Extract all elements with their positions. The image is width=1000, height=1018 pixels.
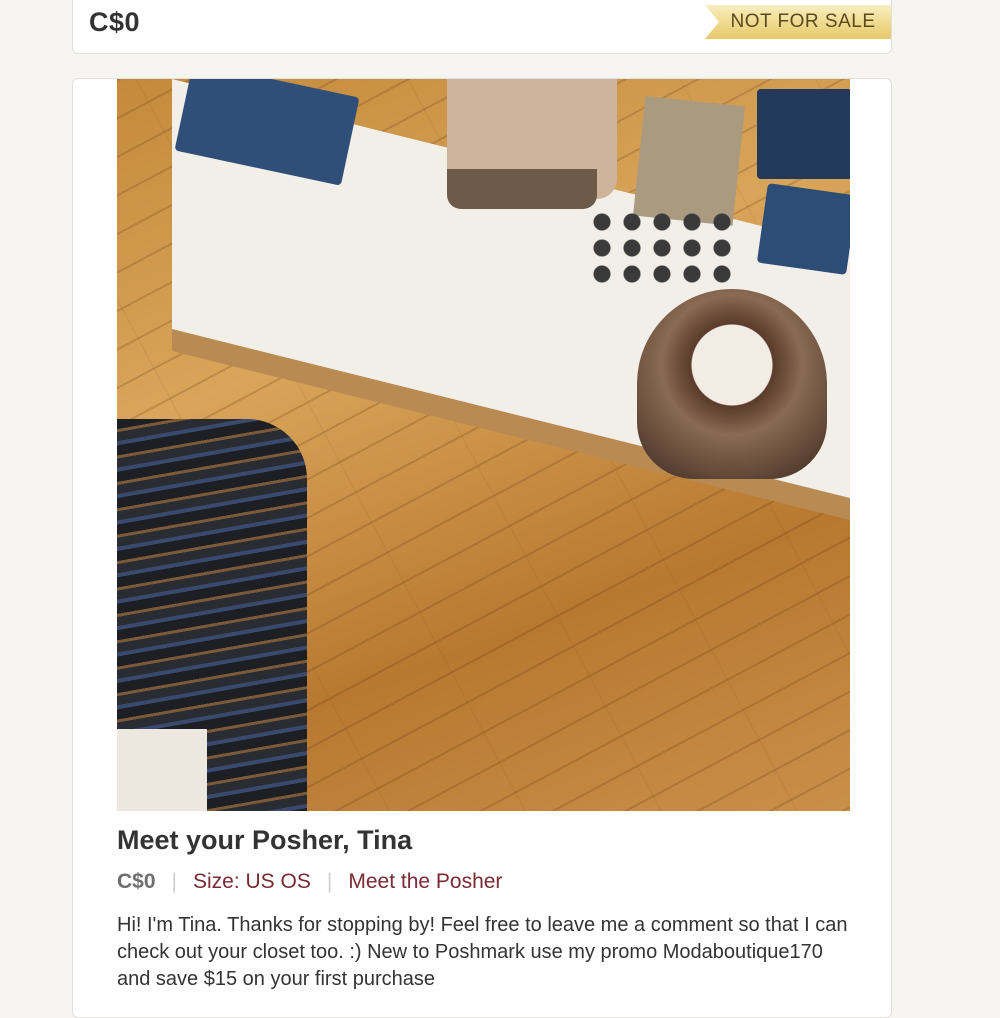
- listing-card: Meet your Posher, Tina C$0 | Size: US OS…: [72, 78, 892, 1018]
- photo-folded-jeans: [756, 183, 850, 275]
- meta-divider: |: [171, 870, 177, 893]
- listing-description: Hi! I'm Tina. Thanks for stopping by! Fe…: [117, 914, 848, 990]
- not-for-sale-badge: NOT FOR SALE: [705, 5, 891, 39]
- meet-the-posher-link[interactable]: Meet the Posher: [348, 870, 502, 894]
- photo-mannequin: [637, 289, 827, 479]
- photo-sweater: [447, 169, 597, 209]
- photo-white-garments: [117, 729, 207, 811]
- photo-sign-board: [633, 96, 745, 226]
- listing-price: C$0: [117, 870, 156, 893]
- listing-title: Meet your Posher, Tina: [117, 825, 413, 855]
- listing-meta: C$0 | Size: US OS | Meet the Posher: [117, 870, 857, 894]
- photo-candles: [587, 209, 737, 289]
- meta-divider: |: [326, 870, 333, 893]
- price-summary-card: C$0 NOT FOR SALE: [72, 0, 892, 54]
- listing-photo[interactable]: [117, 79, 850, 811]
- listing-info: Meet your Posher, Tina C$0 | Size: US OS…: [117, 825, 857, 993]
- summary-price: C$0: [89, 7, 141, 37]
- photo-folded-jeans: [757, 89, 850, 179]
- listing-size: Size: US OS: [193, 870, 311, 893]
